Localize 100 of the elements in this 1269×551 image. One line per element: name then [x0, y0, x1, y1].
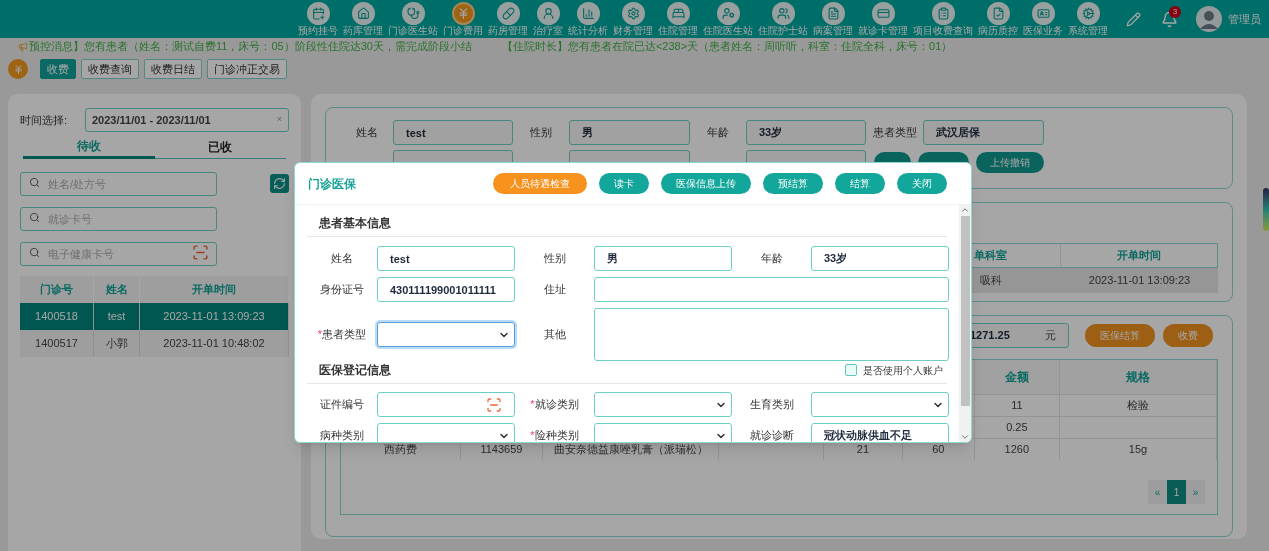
nav-item[interactable]: 财务管理: [613, 1, 653, 37]
tab[interactable]: 收费: [40, 59, 76, 79]
chart-icon: [581, 6, 595, 20]
table-cell-text: 60: [932, 442, 945, 458]
scroll-down-icon[interactable]: [960, 432, 970, 442]
bed-icon: [671, 6, 685, 20]
text-field[interactable]: 33岁: [811, 246, 949, 271]
nav-item[interactable]: 门诊医生站: [388, 1, 438, 37]
action-button[interactable]: 结算: [835, 173, 885, 194]
table-cell-text: 曲安奈德益康唑乳膏（派瑞松）: [553, 442, 708, 458]
nav-item[interactable]: 医保业务: [1023, 1, 1063, 37]
table-cell-text: 11: [1011, 398, 1023, 414]
table-row[interactable]: 1400518 test 2023-11-01 13:09:23: [20, 303, 289, 330]
table-cell: 1400517: [20, 330, 94, 357]
user-gear-icon: [721, 6, 735, 20]
text-field[interactable]: 男: [594, 246, 732, 271]
page-button[interactable]: 1: [1167, 480, 1186, 504]
select-field[interactable]: [594, 392, 732, 417]
nav-item[interactable]: 系统管理: [1068, 1, 1108, 37]
field-label: 其他: [542, 327, 567, 343]
tab[interactable]: 收费日结: [144, 59, 202, 79]
select-field[interactable]: [377, 322, 515, 347]
nav-item[interactable]: 病历质控: [978, 1, 1018, 37]
tab[interactable]: 门诊冲正交易: [207, 59, 287, 79]
date-range-field[interactable]: 2023/11/01 - 2023/11/01 ×: [85, 108, 289, 132]
table-cell: 2023-11-01 10:48:02: [140, 330, 289, 357]
scrollbar-thumb[interactable]: [1263, 188, 1269, 231]
person-icon: [541, 6, 555, 20]
field-label: 就诊诊断: [748, 428, 795, 442]
action-button[interactable]: 关闭: [897, 173, 947, 194]
nav-item[interactable]: 就诊卡管理: [858, 1, 908, 37]
action-button[interactable]: 预结算: [763, 173, 823, 194]
field-label: 性别: [542, 251, 567, 267]
action-button[interactable]: 收费: [1163, 324, 1213, 347]
field-label: 患者类型: [871, 125, 918, 141]
text-area[interactable]: [594, 308, 949, 361]
section-title: 医保登记信息: [318, 362, 391, 379]
id-card-icon: [1036, 6, 1050, 20]
calendar-icon: [311, 6, 325, 20]
text-field[interactable]: 430111199001011111: [377, 277, 515, 302]
scrollbar[interactable]: [959, 205, 971, 442]
text-field[interactable]: 冠状动脉供血不足: [811, 423, 949, 442]
table-cell-text: 0.25: [1006, 420, 1028, 436]
user-name[interactable]: 管理员: [1228, 10, 1261, 28]
checkbox[interactable]: [845, 364, 857, 376]
nav-item[interactable]: 住院医生站: [703, 1, 753, 37]
users-icon: [776, 6, 790, 20]
text-field[interactable]: test: [393, 120, 513, 145]
refresh-button[interactable]: [270, 174, 289, 193]
yen-icon: [8, 59, 28, 79]
select-field[interactable]: [811, 392, 949, 417]
tab[interactable]: 收费查询: [81, 59, 139, 79]
clear-icon[interactable]: ×: [276, 113, 282, 127]
notice-text: 预控消息】您有患者（姓名：测试自费11，床号：05）阶段性住院达30天，需完成阶段小结: [29, 39, 472, 55]
field-label: 生育类别: [748, 397, 795, 413]
field-label: *患者类型: [316, 327, 368, 343]
table-row[interactable]: 1400517 小郭 2023-11-01 10:48:02: [20, 330, 289, 357]
action-button[interactable]: 上传撤销: [976, 152, 1044, 173]
field-label: 姓名: [354, 125, 379, 141]
nav-item[interactable]: 统计分析: [568, 1, 608, 37]
gear-icon: [626, 6, 640, 20]
avatar[interactable]: [1196, 6, 1222, 32]
nav-item[interactable]: 药房管理: [488, 1, 528, 37]
address-field[interactable]: [594, 277, 949, 302]
scroll-up-icon[interactable]: [960, 205, 970, 215]
check-button[interactable]: 人员待遇检查: [493, 173, 587, 194]
table-cell-text: 1260: [1004, 442, 1030, 458]
pencil-icon[interactable]: [1126, 11, 1141, 27]
table-cell-text: 1143659: [480, 442, 523, 458]
action-button[interactable]: 医保信息上传: [661, 173, 751, 194]
scrollbar-thumb[interactable]: [960, 216, 970, 406]
pill-icon: [501, 6, 515, 20]
nav-item[interactable]: 预约挂号: [298, 1, 338, 37]
tab[interactable]: 已收: [154, 135, 286, 159]
action-button[interactable]: 医保结算: [1085, 324, 1155, 347]
select-field[interactable]: [377, 423, 515, 442]
field-label: 病种类别: [319, 428, 365, 442]
clipboard-icon: [936, 6, 950, 20]
scan-icon[interactable]: [192, 244, 209, 261]
scan-icon: [486, 396, 502, 413]
section-title: 患者基本信息: [318, 215, 391, 232]
tab[interactable]: 待收: [23, 135, 155, 159]
text-field[interactable]: 武汉居保: [923, 120, 1044, 145]
nav-item[interactable]: 住院管理: [658, 1, 698, 37]
notification-icon[interactable]: [1161, 10, 1178, 28]
text-field[interactable]: 男: [569, 120, 690, 145]
action-button[interactable]: 读卡: [599, 173, 649, 194]
next-page-button[interactable]: »: [1186, 480, 1205, 504]
nav-item[interactable]: 住院护士站: [758, 1, 808, 37]
table-cell-text: 吸科: [979, 273, 1003, 289]
megaphone-icon: [18, 41, 28, 52]
nav-item[interactable]: 药库管理: [343, 1, 383, 37]
previous-page-button[interactable]: «: [1148, 480, 1167, 504]
nav-item[interactable]: 项目收费查询: [913, 1, 973, 37]
select-field[interactable]: [594, 423, 732, 442]
text-field[interactable]: test: [377, 246, 515, 271]
nav-item[interactable]: 门诊费用: [443, 1, 483, 37]
text-field[interactable]: 33岁: [746, 120, 866, 145]
nav-item[interactable]: 病案管理: [813, 1, 853, 37]
scan-field[interactable]: [377, 392, 515, 417]
